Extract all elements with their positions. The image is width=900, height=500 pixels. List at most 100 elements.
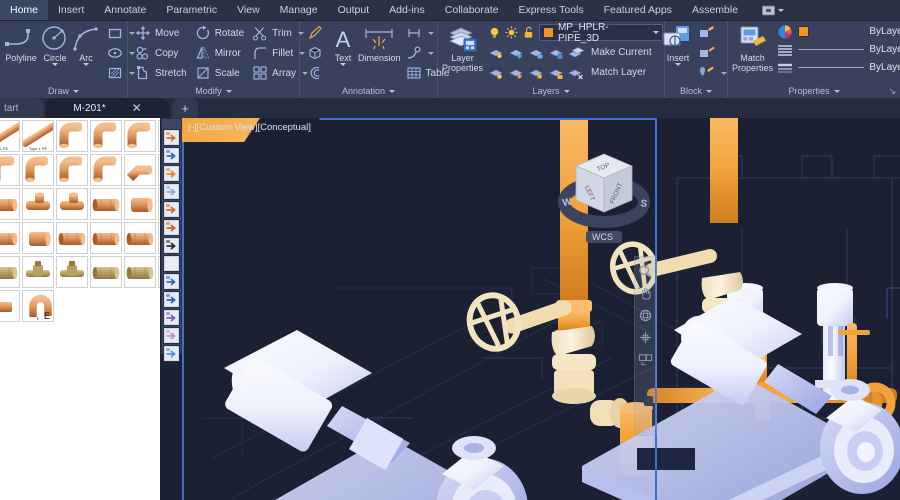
layer-lock-icon[interactable] [548,45,564,61]
palette-item[interactable] [124,154,156,186]
report-icon[interactable] [163,327,180,344]
text-button[interactable]: A Text [330,23,356,66]
scale-button[interactable]: Scale [192,63,247,83]
layer-isolate-icon[interactable] [528,45,544,61]
layer-unisolate-icon[interactable] [528,65,544,81]
pipe-fittings-palette[interactable]: L PE Type L PE E E [0,118,160,500]
sun-icon[interactable] [505,26,518,39]
insert-block-button[interactable]: Insert [662,23,694,66]
chevron-down-icon[interactable] [427,51,434,55]
panel-title-block[interactable]: Block [669,84,723,98]
circle-button[interactable]: Circle [40,23,70,66]
new-document-tab-button[interactable]: + [172,98,198,118]
viewport-controls-label[interactable]: [-][Custom View][Conceptual] [188,122,311,133]
palette-item[interactable] [56,120,88,152]
layer-freeze-icon[interactable] [508,45,524,61]
palette-item[interactable] [124,222,156,254]
color-property-combo[interactable]: ByLayer [777,23,900,40]
layer-off-icon[interactable] [488,45,504,61]
rotate-button[interactable]: Rotate [192,23,247,43]
palette-item[interactable] [90,154,122,186]
palette-item[interactable]: Type L PE [22,120,54,152]
ribbon-tab-express-tools[interactable]: Express Tools [508,0,593,20]
palette-item[interactable] [56,256,88,288]
chevron-down-icon[interactable] [83,63,89,66]
sphere-icon[interactable] [163,255,180,272]
palette-item[interactable] [158,256,160,288]
magnifier-icon[interactable] [163,147,180,164]
polyline-button[interactable]: Polyline [4,23,38,63]
panel-title-layers[interactable]: Layers [442,84,660,98]
export-icon[interactable] [163,201,180,218]
ribbon-overflow-chip[interactable] [762,0,785,20]
chevron-down-icon[interactable] [706,89,712,93]
document-tab-start[interactable]: tart [0,98,44,118]
palette-item[interactable] [90,120,122,152]
palette-item[interactable] [158,120,160,152]
ribbon-tab-view[interactable]: View [227,0,270,20]
close-icon[interactable]: ✕ [132,101,142,115]
plant-3d-toolbar[interactable] [161,118,182,362]
palette-item[interactable] [124,188,156,220]
spec-viewer-icon[interactable] [163,183,180,200]
move-button[interactable]: Move [132,23,190,43]
block-attribute-button[interactable] [696,43,730,63]
palette-item[interactable] [90,188,122,220]
panel-title-annotation[interactable]: Annotation [304,84,433,98]
chevron-down-icon[interactable] [389,89,396,93]
validate-icon[interactable] [163,291,180,308]
palette-item[interactable] [0,290,20,322]
flag-icon[interactable] [163,237,180,254]
stretch-button[interactable]: Stretch [132,63,190,83]
pen-button[interactable] [304,23,326,43]
ribbon-tab-collaborate[interactable]: Collaborate [435,0,509,20]
palette-item[interactable] [124,256,156,288]
navigation-bar[interactable] [634,256,657,436]
chevron-down-icon[interactable] [427,31,434,35]
chevron-down-icon[interactable] [340,63,346,66]
palette-item[interactable] [0,188,20,220]
pick-icon[interactable] [163,273,180,290]
drawing-viewport[interactable]: [-][Custom View][Conceptual] W S N E TOP… [182,118,900,500]
move-gizmo-icon[interactable] [638,330,653,345]
palette-item[interactable]: L PE [0,120,20,152]
palette-item[interactable] [0,154,20,186]
document-icon[interactable] [163,345,180,362]
model-canvas[interactable] [182,118,900,500]
ribbon-tab-assemble[interactable]: Assemble [682,0,748,20]
panel-expand-icon[interactable]: ↘ [888,86,896,97]
match-properties-button[interactable]: Match Properties [732,23,773,73]
wcs-selector[interactable]: WCS [586,231,622,243]
unlock-icon[interactable] [522,26,535,39]
box-3d-button[interactable] [304,43,326,63]
palette-item[interactable]: EE [22,290,54,322]
linetype-property-combo[interactable]: ByLayer [777,41,900,58]
ribbon-tab-manage[interactable]: Manage [270,0,328,20]
palette-item[interactable] [56,154,88,186]
ribbon-tab-home[interactable]: Home [0,0,49,20]
panel-title-properties[interactable]: Properties ↘ [732,84,896,98]
palette-item[interactable] [56,222,88,254]
chevron-down-icon[interactable] [675,63,681,66]
ribbon-tab-output[interactable]: Output [328,0,380,20]
ribbon-tab-parametric[interactable]: Parametric [156,0,227,20]
document-tab-m201[interactable]: M-201* ✕ [46,98,169,118]
chevron-down-icon[interactable] [52,63,58,66]
arc-button[interactable]: Arc [72,23,100,66]
layer-delete-icon[interactable] [568,65,584,81]
copy-button[interactable]: Copy [132,43,190,63]
ribbon-tab-addins[interactable]: Add-ins [379,0,435,20]
palette-item[interactable] [0,256,20,288]
palette-item[interactable] [90,222,122,254]
palette-item[interactable] [22,222,54,254]
orbit-icon[interactable] [638,308,653,323]
chevron-down-icon[interactable] [653,31,660,34]
edit-block-button[interactable] [696,23,730,43]
palette-item[interactable] [22,154,54,186]
viewcube[interactable]: W S N E TOP LEFT FRONT [554,146,654,238]
palette-item[interactable] [56,188,88,220]
chevron-down-icon[interactable] [225,89,232,93]
layer-unlock-icon[interactable] [548,65,564,81]
mirror-button[interactable]: Mirror [192,43,247,63]
chevron-down-icon[interactable] [563,89,570,93]
